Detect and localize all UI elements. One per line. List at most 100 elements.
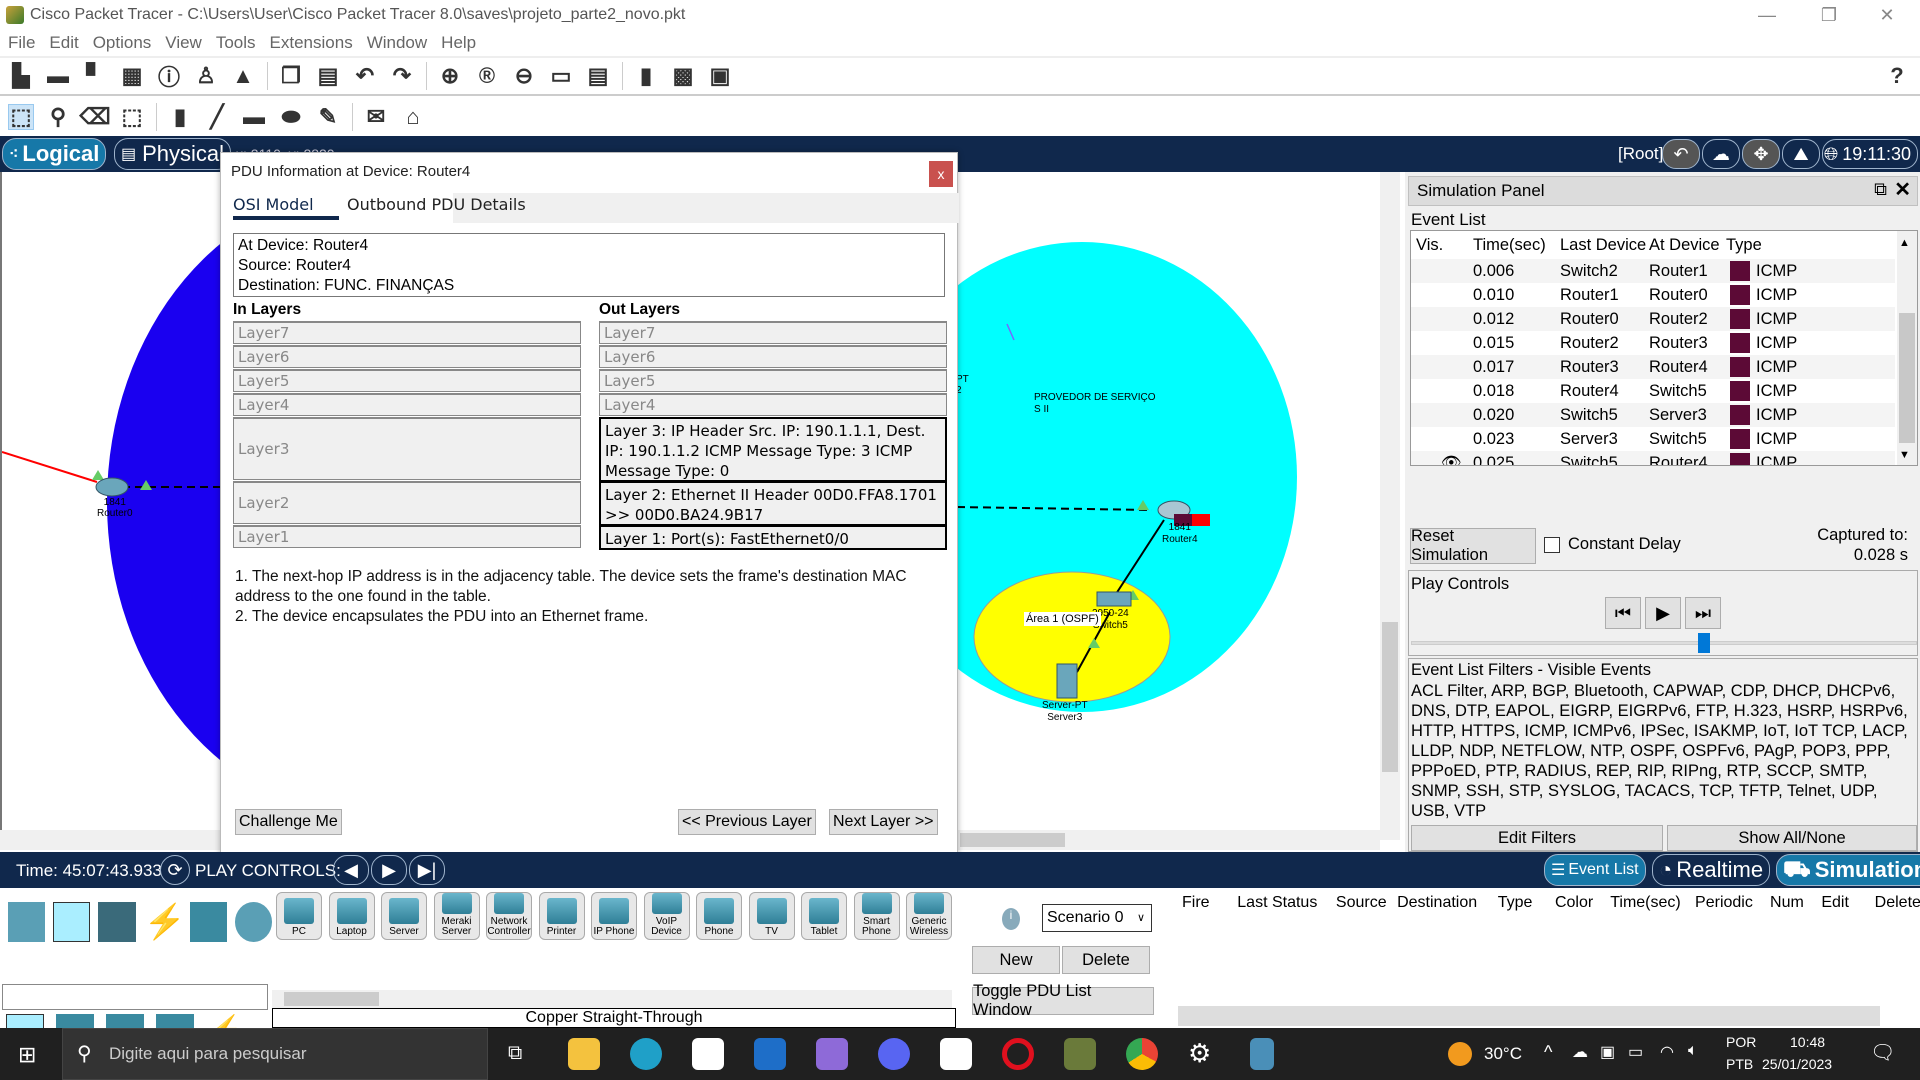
pdu-column-header[interactable]: Type bbox=[1494, 894, 1551, 920]
reset-simulation-button[interactable]: Reset Simulation bbox=[1410, 527, 1536, 564]
cluster-icon[interactable]: ▮ bbox=[633, 63, 659, 89]
pdu-column-header[interactable]: Num bbox=[1766, 894, 1817, 920]
step-forward-icon[interactable]: ⏭ bbox=[1685, 597, 1721, 629]
in-layer-6[interactable]: Layer6 bbox=[233, 345, 581, 368]
event-list-scrollbar[interactable]: ▲ ▼ bbox=[1897, 231, 1917, 465]
menu-window[interactable]: Window bbox=[367, 33, 427, 53]
challenge-me-button[interactable]: Challenge Me bbox=[235, 809, 342, 835]
event-row[interactable]: 0.017 Router3 Router4 ICMP bbox=[1411, 355, 1895, 379]
out-layer-5[interactable]: Layer5 bbox=[599, 369, 947, 392]
close-window-button[interactable]: ✕ bbox=[1864, 0, 1910, 30]
col-last-device[interactable]: Last Device bbox=[1556, 236, 1646, 255]
in-layer-3[interactable]: Layer3 bbox=[233, 417, 581, 480]
drawing-palette-icon[interactable]: ▭ bbox=[548, 63, 574, 89]
task-view-icon[interactable]: ⧉ bbox=[508, 1042, 522, 1065]
end-devices-icon[interactable] bbox=[53, 902, 91, 942]
camera-icon[interactable]: ▣ bbox=[1600, 1042, 1615, 1062]
move-object-icon[interactable]: ✥ bbox=[1742, 139, 1780, 169]
out-layer-2[interactable]: Layer 2: Ethernet II Header 00D0.FFA8.17… bbox=[599, 481, 947, 526]
mail-icon[interactable] bbox=[754, 1038, 786, 1070]
back-icon[interactable]: ↶ bbox=[1662, 139, 1700, 169]
device-tile[interactable]: Laptop bbox=[328, 892, 375, 940]
zoom-out-icon[interactable]: ⊖ bbox=[511, 63, 537, 89]
settings-icon[interactable]: ⚙ bbox=[1188, 1038, 1211, 1069]
event-row[interactable]: 👁︎ 0.025 Switch5 Router4 ICMP bbox=[1411, 451, 1895, 466]
device-tile[interactable]: IP Phone bbox=[591, 892, 637, 940]
undock-icon[interactable]: ⧉ bbox=[1874, 179, 1887, 200]
menu-edit[interactable]: Edit bbox=[49, 33, 78, 53]
device-tile[interactable]: Network Controller bbox=[486, 892, 532, 940]
in-layer-2[interactable]: Layer2 bbox=[233, 481, 581, 524]
menu-help[interactable]: Help bbox=[441, 33, 476, 53]
event-row[interactable]: 0.023 Server3 Switch5 ICMP bbox=[1411, 427, 1895, 451]
power-automate-icon[interactable] bbox=[816, 1038, 848, 1070]
place-note-icon[interactable]: ▮ bbox=[167, 104, 193, 130]
maximize-button[interactable]: ❐ bbox=[1806, 0, 1852, 30]
canvas-vertical-scrollbar[interactable] bbox=[1380, 172, 1400, 840]
event-row[interactable]: 0.015 Router2 Router3 ICMP bbox=[1411, 331, 1895, 355]
event-row[interactable]: 0.018 Router4 Switch5 ICMP bbox=[1411, 379, 1895, 403]
out-layer-4[interactable]: Layer4 bbox=[599, 393, 947, 416]
redo-icon[interactable]: ↷ bbox=[389, 63, 415, 89]
resize-icon[interactable]: ⬚ bbox=[119, 104, 145, 130]
freeform-icon[interactable]: ✎ bbox=[315, 104, 341, 130]
set-background-icon[interactable]: ⛰ bbox=[1782, 139, 1820, 169]
open-icon[interactable]: ▬ bbox=[45, 63, 71, 89]
calculator-icon[interactable] bbox=[1250, 1038, 1274, 1070]
pdu-column-header[interactable]: Fire bbox=[1178, 894, 1233, 920]
close-panel-icon[interactable]: ✕ bbox=[1894, 177, 1911, 202]
pdu-column-header[interactable]: Last Status bbox=[1233, 894, 1332, 920]
draw-rectangle-icon[interactable]: ▬ bbox=[241, 104, 267, 130]
show-all-none-button[interactable]: Show All/None bbox=[1667, 825, 1917, 851]
add-simple-pdu-icon[interactable]: ✉ bbox=[363, 104, 389, 130]
pdu-column-header[interactable]: Color bbox=[1551, 894, 1606, 920]
bottom-step-back-icon[interactable]: ◀ bbox=[333, 855, 369, 885]
language-1[interactable]: POR bbox=[1726, 1034, 1756, 1050]
activity-wizard-icon[interactable]: ♙ bbox=[193, 63, 219, 89]
edit-filters-button[interactable]: Edit Filters bbox=[1411, 825, 1663, 851]
router0-icon[interactable] bbox=[95, 477, 129, 497]
pdu-list-scrollbar[interactable] bbox=[1178, 1006, 1880, 1026]
new-scenario-button[interactable]: New bbox=[972, 946, 1060, 974]
device-tile[interactable]: Tablet bbox=[801, 892, 847, 940]
custom-devices-dialog-icon[interactable]: ▤ bbox=[585, 63, 611, 89]
menu-view[interactable]: View bbox=[165, 33, 202, 53]
viewport-icon[interactable]: ▣ bbox=[707, 63, 733, 89]
bottom-step-forward-icon[interactable]: ▶| bbox=[409, 855, 445, 885]
switch5-icon[interactable] bbox=[1096, 591, 1132, 607]
device-tile[interactable]: Printer bbox=[538, 892, 585, 940]
eye-icon[interactable]: 👁︎ bbox=[1411, 454, 1469, 466]
tab-outbound-pdu-details[interactable]: Outbound PDU Details bbox=[347, 195, 526, 214]
scenario-select[interactable]: Scenario 0 ∨ bbox=[1042, 904, 1152, 932]
menu-extensions[interactable]: Extensions bbox=[270, 33, 353, 53]
out-layer-7[interactable]: Layer7 bbox=[599, 321, 947, 344]
discord-icon[interactable] bbox=[878, 1038, 910, 1070]
device-tile[interactable]: Generic Wireless bbox=[906, 892, 952, 940]
multiuser-icon[interactable] bbox=[234, 902, 272, 942]
scroll-up-icon[interactable]: ▲ bbox=[1899, 237, 1910, 249]
print-icon[interactable]: ▦ bbox=[119, 63, 145, 89]
physical-tab[interactable]: ▤ Physical bbox=[114, 138, 232, 170]
save-icon[interactable]: ▘ bbox=[82, 63, 108, 89]
power-cycle-icon[interactable]: ⟳ bbox=[160, 855, 190, 885]
ipc-icon[interactable]: ▩ bbox=[670, 63, 696, 89]
help-icon[interactable]: ? bbox=[1884, 63, 1910, 89]
pdu-column-header[interactable]: Edit bbox=[1817, 894, 1870, 920]
zoom-reset-icon[interactable]: ® bbox=[474, 63, 500, 89]
out-layer-1[interactable]: Layer 1: Port(s): FastEthernet0/0 bbox=[599, 525, 947, 550]
new-icon[interactable]: ▙ bbox=[8, 63, 34, 89]
simulation-mode-tab[interactable]: ⛟ Simulation bbox=[1776, 854, 1920, 886]
taskbar-search[interactable]: ⚲ Digite aqui para pesquisar bbox=[62, 1028, 488, 1080]
event-row[interactable]: 0.010 Router1 Router0 ICMP bbox=[1411, 283, 1895, 307]
in-layer-4[interactable]: Layer4 bbox=[233, 393, 581, 416]
play-speed-track[interactable] bbox=[1411, 641, 1917, 645]
battery-icon[interactable]: ▭ bbox=[1628, 1042, 1643, 1062]
zoom-in-icon[interactable]: ⊕ bbox=[437, 63, 463, 89]
in-layer-1[interactable]: Layer1 bbox=[233, 525, 581, 548]
device-tile[interactable]: Server bbox=[381, 892, 427, 940]
server3-icon[interactable] bbox=[1056, 663, 1078, 699]
wifi-icon[interactable]: ◠ bbox=[1660, 1042, 1674, 1062]
out-layer-3[interactable]: Layer 3: IP Header Src. IP: 190.1.1.1, D… bbox=[599, 417, 947, 482]
device-tile[interactable]: Smart Phone bbox=[853, 892, 900, 940]
inspect-icon[interactable]: ⚲ bbox=[45, 104, 71, 130]
